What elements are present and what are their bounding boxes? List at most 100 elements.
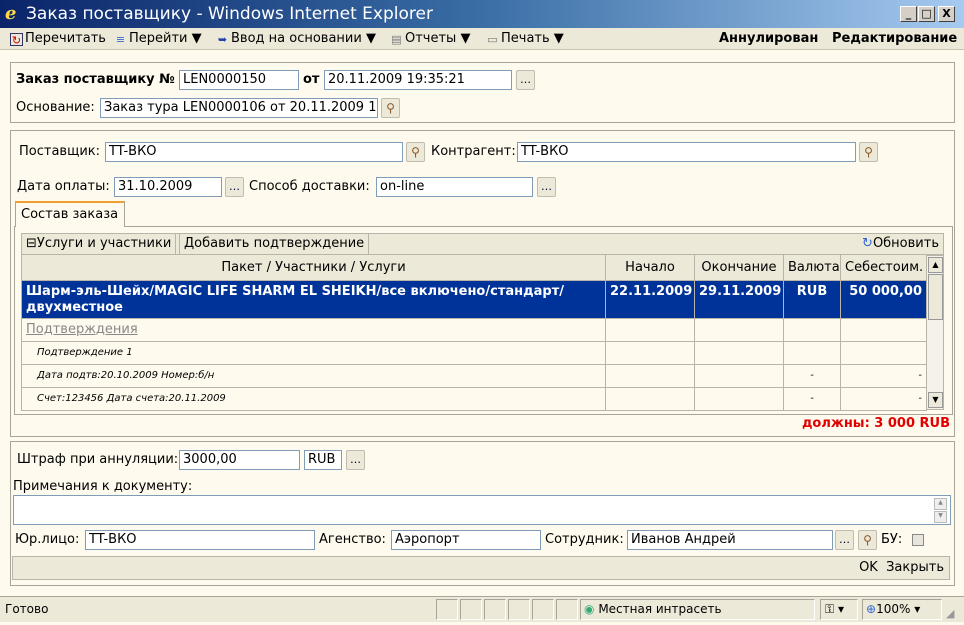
maximize-button[interactable]: □ — [918, 6, 935, 22]
notes-textarea[interactable] — [13, 495, 951, 525]
zoom-button[interactable]: ⊕100% ▾ — [862, 599, 942, 620]
cell-cost — [840, 341, 927, 365]
counterparty-input[interactable]: TT-ВКО — [517, 142, 856, 162]
reports-menu[interactable]: ▤ Отчеты ▼ — [390, 28, 470, 50]
counterparty-label: Контрагент: — [431, 144, 516, 159]
bu-checkbox[interactable] — [912, 534, 924, 546]
close-button[interactable]: X — [938, 6, 955, 22]
cell-cost: - — [840, 387, 927, 411]
notes-scroll-down-icon[interactable]: ▼ — [934, 511, 947, 523]
cell-package: Дата подтв:20.10.2009 Номер:б/н — [21, 364, 606, 388]
zone-label: Местная интрасеть — [598, 602, 722, 616]
ok-button[interactable]: OK — [859, 560, 878, 575]
penalty-input[interactable]: 3000,00 — [179, 450, 300, 470]
delivery-input[interactable]: on-line — [376, 177, 533, 197]
column-header-cost[interactable]: Себестоим. — [840, 255, 927, 281]
goto-menu[interactable]: ≡ Перейти ▼ — [114, 28, 202, 50]
grid-scrollbar[interactable]: ▲ ▼ — [926, 255, 944, 410]
agency-input[interactable]: Аэропорт — [391, 530, 541, 550]
input-based-menu[interactable]: ➥ Ввод на основании ▼ — [216, 28, 376, 50]
refresh-button[interactable]: ↻Обновить — [862, 234, 939, 254]
minimize-button[interactable]: _ — [900, 6, 917, 22]
supplier-search-icon[interactable]: ⚲ — [406, 142, 425, 162]
table-row[interactable]: Шарм-эль-Шейх/MAGIC LIFE SHARM EL SHEIKH… — [21, 280, 927, 319]
table-row[interactable]: Подтверждения — [21, 318, 927, 342]
cell-end — [694, 387, 784, 411]
table-row[interactable]: Подтверждение 1 — [21, 341, 927, 365]
reports-label: Отчеты ▼ — [405, 31, 471, 46]
zoom-icon: ⊕ — [866, 602, 877, 616]
cell-end — [694, 364, 784, 388]
table-row[interactable]: Дата подтв:20.10.2009 Номер:б/н -- — [21, 364, 927, 388]
delivery-button[interactable]: … — [537, 177, 556, 197]
owed-amount: должны: 3 000 RUB — [801, 416, 950, 431]
order-grid: Пакет / Участники / Услуги Начало Оконча… — [21, 255, 927, 411]
grid-toolbar: ⊟Услуги и участники Добавить подтвержден… — [21, 233, 944, 255]
protected-mode-button[interactable]: ⚿ ▾ — [820, 599, 858, 620]
title-bar: Заказ поставщику - Windows Internet Expl… — [0, 0, 964, 28]
supplier-label: Поставщик: — [19, 144, 101, 159]
cell-start — [605, 318, 695, 342]
doc-mode: Редактирование — [832, 31, 958, 46]
order-label: Заказ поставщику № — [16, 72, 175, 87]
cell-cost: 50 000,00 — [840, 280, 927, 319]
legal-label: Юр.лицо: — [15, 532, 80, 547]
cell-package: Подтверждение 1 — [21, 341, 606, 365]
pay-date-input[interactable]: 31.10.2009 — [114, 177, 222, 197]
pay-date-label: Дата оплаты: — [17, 179, 110, 194]
employee-input[interactable]: Иванов Андрей — [627, 530, 833, 550]
pay-date-button[interactable]: … — [225, 177, 244, 197]
status-cell — [436, 599, 458, 620]
cell-end: 29.11.2009 — [694, 280, 784, 319]
status-text: Готово — [5, 602, 49, 616]
column-header-currency[interactable]: Валюта — [783, 255, 841, 281]
penalty-currency-input[interactable]: RUB — [304, 450, 342, 470]
reread-button[interactable]: ↻ Перечитать — [10, 28, 106, 50]
delivery-label: Способ доставки: — [249, 179, 370, 194]
table-row[interactable]: Счет:123456 Дата счета:20.11.2009 -- — [21, 387, 927, 411]
order-number-input[interactable]: LEN0000150 — [179, 70, 299, 90]
search-icon[interactable]: ⚲ — [381, 98, 400, 118]
currency-picker-button[interactable]: … — [346, 450, 365, 470]
order-date-input[interactable]: 20.11.2009 19:35:21 — [324, 70, 512, 90]
action-bar: OK Закрыть — [12, 556, 950, 580]
scroll-down-icon[interactable]: ▼ — [928, 392, 943, 408]
cell-cost — [840, 318, 927, 342]
date-picker-button[interactable]: … — [516, 70, 535, 90]
column-header-start[interactable]: Начало — [605, 255, 695, 281]
scroll-up-icon[interactable]: ▲ — [928, 257, 943, 273]
add-confirmation-button[interactable]: Добавить подтверждение — [179, 234, 370, 254]
notes-label: Примечания к документу: — [13, 479, 193, 494]
input-based-label: Ввод на основании ▼ — [231, 31, 376, 46]
notes-scroll-up-icon[interactable]: ▲ — [934, 498, 947, 510]
print-menu[interactable]: ▭ Печать ▼ — [486, 28, 564, 50]
status-cell — [508, 599, 530, 620]
cell-currency — [783, 341, 841, 365]
cell-cost: - — [840, 364, 927, 388]
cell-currency: - — [783, 387, 841, 411]
supplier-input[interactable]: TT-ВКО — [105, 142, 403, 162]
scroll-thumb[interactable] — [928, 274, 943, 320]
counterparty-search-icon[interactable]: ⚲ — [859, 142, 878, 162]
confirmations-link[interactable]: Подтверждения — [21, 318, 606, 342]
toggle-label: Услуги и участники — [36, 236, 172, 251]
employee-picker-button[interactable]: … — [835, 530, 854, 550]
print-label: Печать ▼ — [501, 31, 564, 46]
column-header-end[interactable]: Окончание — [694, 255, 784, 281]
basis-input[interactable]: Заказ тура LEN0000106 от 20.11.2009 14 — [100, 98, 378, 118]
employee-search-icon[interactable]: ⚲ — [858, 530, 877, 550]
close-form-button[interactable]: Закрыть — [886, 560, 944, 575]
cell-currency: RUB — [783, 280, 841, 319]
employee-label: Сотрудник: — [545, 532, 624, 547]
ie-icon: e — [5, 3, 17, 24]
legal-entity-input[interactable]: TT-ВКО — [85, 530, 315, 550]
list-icon: ≡ — [115, 32, 126, 46]
cell-currency: - — [783, 364, 841, 388]
window-title: Заказ поставщику - Windows Internet Expl… — [26, 4, 433, 24]
refresh-icon: ↻ — [862, 236, 873, 251]
column-header-package[interactable]: Пакет / Участники / Услуги — [21, 255, 606, 281]
basis-label: Основание: — [16, 100, 95, 115]
toggle-services-button[interactable]: ⊟Услуги и участники — [22, 234, 177, 254]
tab-order-contents[interactable]: Состав заказа — [15, 201, 125, 227]
cell-start: 22.11.2009 — [605, 280, 695, 319]
